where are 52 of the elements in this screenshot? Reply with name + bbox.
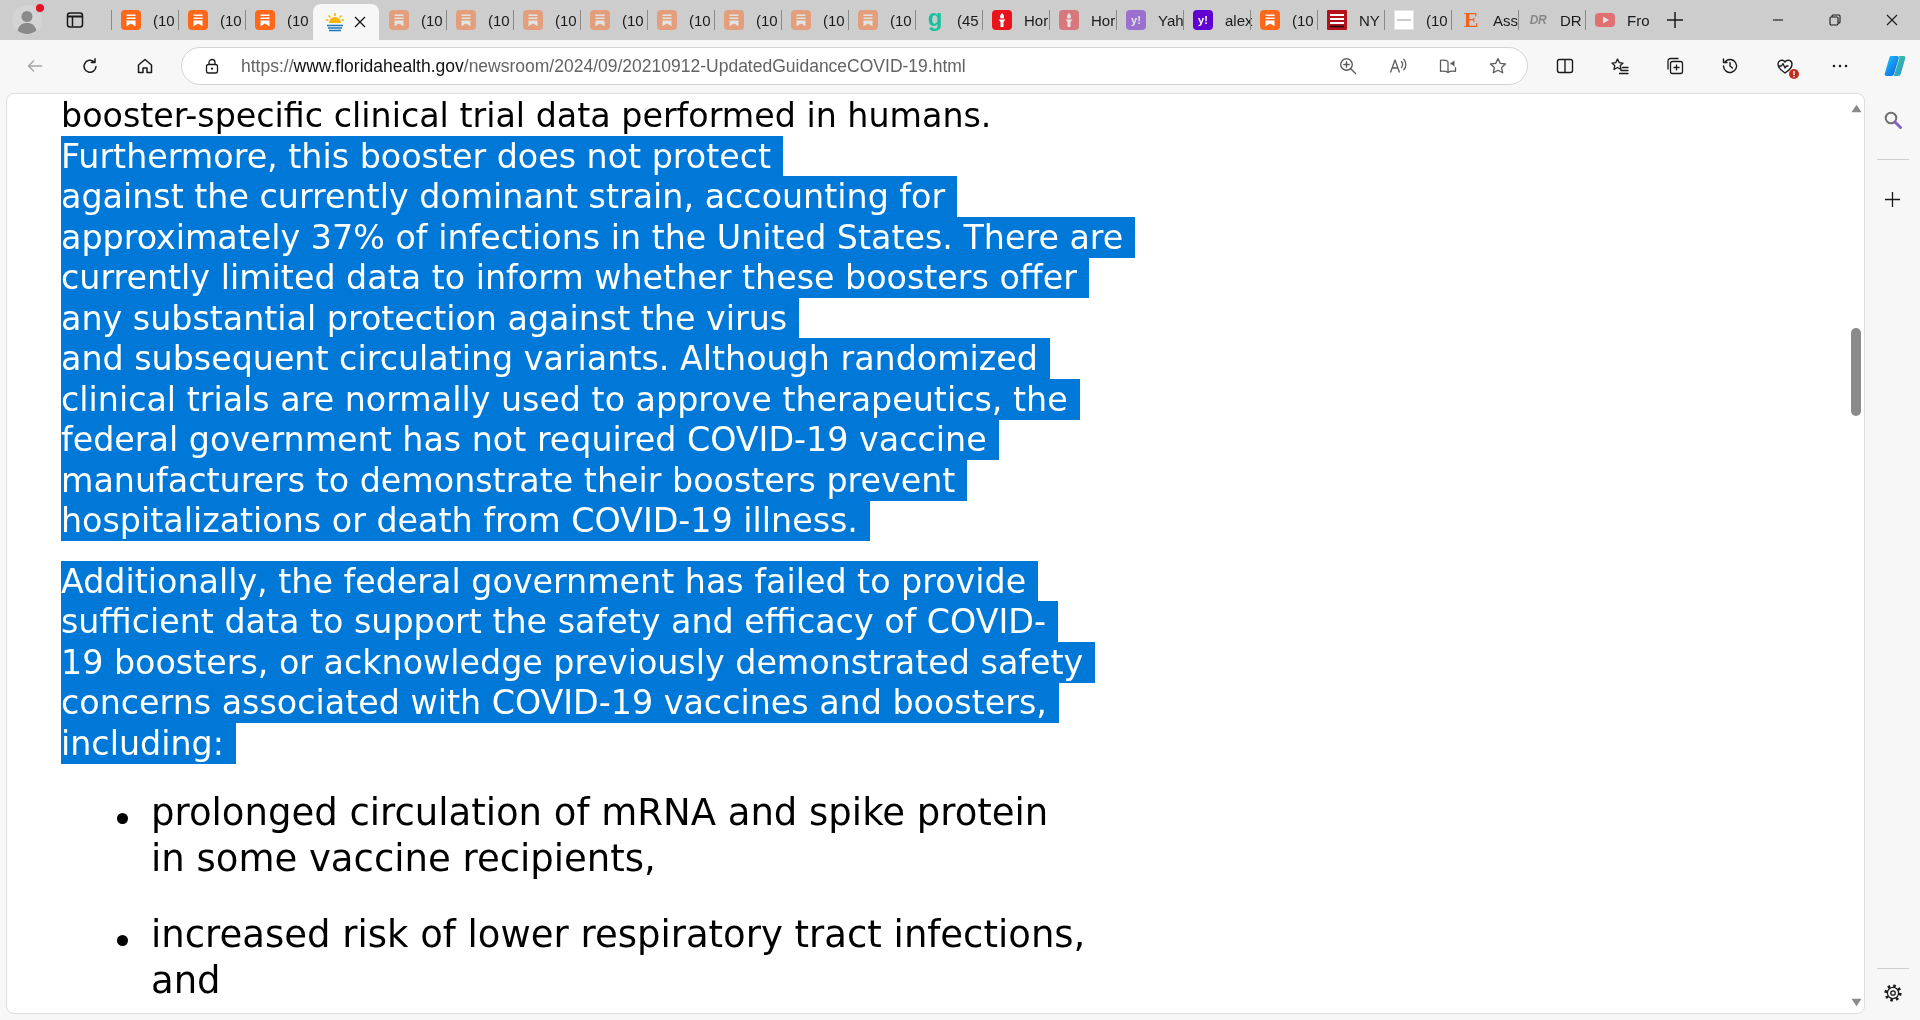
browser-tab[interactable]: (10 bbox=[849, 4, 915, 36]
browser-tab[interactable] bbox=[313, 4, 379, 40]
scroll-up-icon[interactable] bbox=[1850, 104, 1862, 113]
address-field[interactable]: https://www.floridahealth.gov/newsroom/2024/09/20210912-UpdatedGuidanceCOVID-19.html bbox=[181, 47, 1528, 85]
browser-tab[interactable]: (10 bbox=[112, 4, 178, 36]
browser-tab[interactable]: (10 bbox=[648, 4, 714, 36]
list-item-text: prolonged circulation of mRNA and spike protein in some vaccine recipients, bbox=[151, 790, 1049, 882]
bullet-icon bbox=[117, 813, 128, 824]
browser-tab[interactable]: (10 bbox=[715, 4, 781, 36]
browser-tab[interactable]: (10 bbox=[246, 4, 312, 36]
restore-icon[interactable] bbox=[1828, 14, 1841, 26]
browser-tab[interactable]: (10 bbox=[447, 4, 513, 36]
scrollbar-thumb[interactable] bbox=[1851, 328, 1861, 416]
browser-tab[interactable]: NY bbox=[1318, 4, 1384, 36]
zoom-in-icon[interactable] bbox=[1338, 56, 1358, 76]
avatar-icon[interactable] bbox=[12, 5, 42, 35]
settings-icon[interactable] bbox=[1882, 983, 1903, 1003]
browser-tab[interactable]: (10 bbox=[1385, 4, 1451, 36]
browser-tab[interactable]: y! alex bbox=[1184, 4, 1250, 36]
browser-tab[interactable]: (10 bbox=[782, 4, 848, 36]
browser-tab[interactable]: (10 bbox=[514, 4, 580, 36]
list-item-text: increased risk of lower respiratory tract infections, and bbox=[151, 912, 1086, 1004]
plus-icon[interactable] bbox=[1884, 191, 1901, 208]
favicon-logo: E bbox=[1462, 10, 1480, 30]
browser-tab[interactable]: (10 bbox=[1251, 4, 1317, 36]
browser-tab[interactable]: (10 bbox=[581, 4, 647, 36]
browser-tab[interactable]: g (45 bbox=[916, 4, 982, 36]
star-list-icon[interactable] bbox=[1609, 56, 1630, 76]
browser-tab[interactable]: (10 bbox=[179, 4, 245, 36]
favicon-logo: y! bbox=[1126, 10, 1146, 30]
star-icon[interactable] bbox=[1488, 56, 1508, 76]
close-icon[interactable] bbox=[354, 16, 366, 28]
lock-icon[interactable] bbox=[203, 57, 221, 75]
favicon-logo: DR bbox=[1528, 12, 1548, 29]
browser-tab[interactable]: y! Yah bbox=[1117, 4, 1183, 36]
bullet-icon bbox=[117, 935, 128, 946]
close-icon[interactable] bbox=[1885, 14, 1898, 26]
browser-tab[interactable]: DR DR bbox=[1519, 4, 1585, 36]
split-screen-icon[interactable] bbox=[1554, 56, 1575, 76]
browser-tab[interactable]: E Ass bbox=[1452, 4, 1518, 36]
square-plus-icon[interactable] bbox=[1664, 56, 1685, 76]
browser-tab[interactable]: (10 bbox=[380, 4, 446, 36]
browser-tab[interactable]: Fro bbox=[1586, 4, 1652, 36]
favicon-logo: y! bbox=[1193, 10, 1213, 30]
search-icon[interactable] bbox=[1882, 110, 1903, 130]
plus-icon[interactable] bbox=[1666, 11, 1684, 29]
scroll-down-icon[interactable] bbox=[1850, 998, 1862, 1007]
url-text: https://www.floridahealth.gov/newsroom/2024/09/20210912-UpdatedGuidanceCOVID-19.html bbox=[241, 55, 966, 77]
logo-icon[interactable] bbox=[1882, 54, 1907, 78]
browser-tab[interactable]: Hor bbox=[983, 4, 1049, 36]
browser-tab[interactable]: Hor bbox=[1050, 4, 1116, 36]
panel-icon[interactable] bbox=[65, 10, 85, 30]
